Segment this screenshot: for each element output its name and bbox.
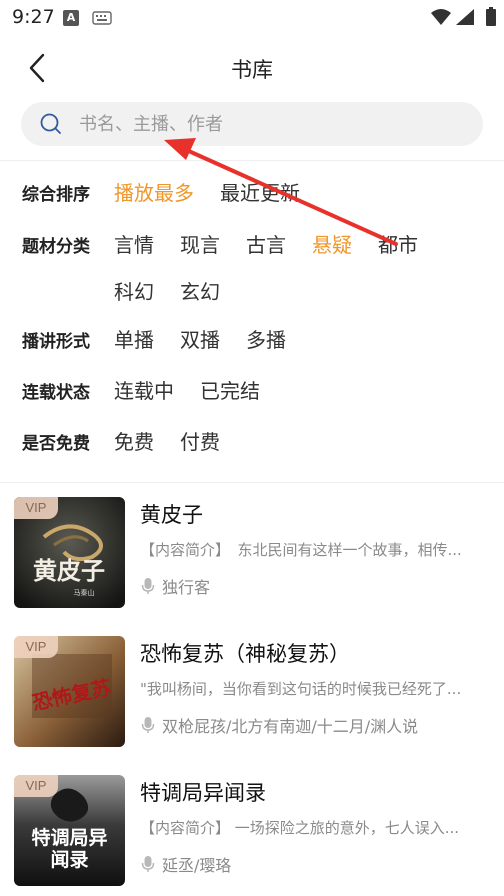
book-title: 黄皮子 bbox=[140, 503, 203, 527]
book-author: 双枪屁孩/北方有南迦/十二月/渊人说 bbox=[162, 717, 419, 736]
status-time: 9:27 bbox=[12, 6, 55, 28]
nav-bar: 书库 bbox=[0, 40, 504, 96]
book-author: 延丞/璎珞 bbox=[162, 856, 232, 875]
cover-title-text: 黄皮子 bbox=[33, 556, 105, 585]
filter-label: 是否免费 bbox=[22, 434, 90, 454]
filter-options: 言情 现言 古言 悬疑 都市 科幻 玄幻 bbox=[114, 229, 494, 323]
book-item[interactable]: 恐怖复苏 VIP 恐怖复苏（神秘复苏） "我叫杨间，当你看到这句话的时候我已经死… bbox=[14, 636, 494, 748]
filter-row-narration: 播讲形式 单播 双播 多播 bbox=[22, 324, 494, 371]
search-icon bbox=[40, 113, 61, 134]
filter-option-ongoing[interactable]: 连载中 bbox=[114, 375, 174, 404]
filter-option-multi[interactable]: 多播 bbox=[246, 324, 286, 353]
book-author-row: 延丞/璎珞 bbox=[140, 852, 231, 876]
filter-option-ancient-romance[interactable]: 古言 bbox=[246, 229, 286, 258]
book-desc: "我叫杨间，当你看到这句话的时候我已经死了... bbox=[140, 680, 462, 698]
microphone-icon bbox=[141, 578, 155, 594]
filter-row-genre: 题材分类 言情 现言 古言 悬疑 都市 科幻 玄幻 bbox=[22, 229, 494, 323]
filter-label: 题材分类 bbox=[22, 237, 90, 257]
book-author: 独行客 bbox=[162, 578, 211, 597]
filter-option-dual[interactable]: 双播 bbox=[180, 324, 220, 353]
vip-badge: VIP bbox=[14, 775, 58, 797]
filter-option-single[interactable]: 单播 bbox=[114, 324, 154, 353]
vip-badge: VIP bbox=[14, 636, 58, 658]
microphone-icon bbox=[141, 717, 155, 733]
microphone-icon bbox=[141, 856, 155, 872]
filter-label: 连载状态 bbox=[22, 383, 90, 403]
filter-option-scifi[interactable]: 科幻 bbox=[114, 276, 154, 305]
status-bar: 9:27 A bbox=[0, 0, 504, 34]
book-cover: 恐怖复苏 VIP bbox=[14, 636, 125, 747]
filter-option-romance[interactable]: 言情 bbox=[114, 229, 154, 258]
book-title: 特调局异闻录 bbox=[140, 781, 266, 805]
filter-option-suspense[interactable]: 悬疑 bbox=[312, 229, 352, 258]
filter-option-most-played[interactable]: 播放最多 bbox=[114, 177, 194, 206]
book-desc: 【内容简介】 东北民间有这样一个故事，相传... bbox=[140, 541, 462, 559]
filter-label: 综合排序 bbox=[22, 185, 90, 205]
battery-icon bbox=[486, 7, 496, 26]
app-notification-icon: A bbox=[63, 10, 79, 26]
book-author-row: 双枪屁孩/北方有南迦/十二月/渊人说 bbox=[140, 713, 418, 737]
book-title: 恐怖复苏（神秘复苏） bbox=[140, 642, 350, 666]
book-item[interactable]: 黄皮子 马秦山 VIP 黄皮子 【内容简介】 东北民间有这样一个故事，相传...… bbox=[14, 497, 494, 609]
signal-icon bbox=[456, 9, 474, 25]
book-desc: 【内容简介】 一场探险之旅的意外，七人误入... bbox=[140, 819, 460, 837]
filter-option-free[interactable]: 免费 bbox=[114, 426, 154, 455]
vip-badge: VIP bbox=[14, 497, 58, 519]
cover-sub-text: 马秦山 bbox=[74, 588, 95, 597]
book-item[interactable]: 特调局异闻录 VIP 特调局异闻录 【内容简介】 一场探险之旅的意外，七人误入.… bbox=[14, 775, 494, 887]
filter-option-recently-updated[interactable]: 最近更新 bbox=[220, 177, 300, 206]
cover-title-text: 特调局异闻录 bbox=[31, 827, 108, 871]
filter-options: 单播 双播 多播 bbox=[114, 324, 494, 371]
filter-label: 播讲形式 bbox=[22, 332, 90, 352]
filter-option-paid[interactable]: 付费 bbox=[180, 426, 220, 455]
filter-option-urban[interactable]: 都市 bbox=[378, 229, 418, 258]
search-input[interactable] bbox=[79, 113, 439, 135]
wifi-icon bbox=[431, 9, 451, 25]
filter-option-completed[interactable]: 已完结 bbox=[200, 375, 260, 404]
divider bbox=[0, 160, 504, 161]
book-cover: 特调局异闻录 VIP bbox=[14, 775, 125, 886]
search-box[interactable] bbox=[21, 102, 483, 146]
filter-row-free: 是否免费 免费 付费 bbox=[22, 426, 494, 473]
filter-row-status: 连载状态 连载中 已完结 bbox=[22, 375, 494, 422]
filter-option-fantasy[interactable]: 玄幻 bbox=[180, 276, 220, 305]
book-cover: 黄皮子 马秦山 VIP bbox=[14, 497, 125, 608]
filter-options: 免费 付费 bbox=[114, 426, 494, 473]
keyboard-icon bbox=[92, 11, 112, 25]
filter-options: 播放最多 最近更新 bbox=[114, 177, 494, 224]
filter-options: 连载中 已完结 bbox=[114, 375, 494, 422]
book-author-row: 独行客 bbox=[140, 574, 210, 598]
page-title: 书库 bbox=[231, 58, 273, 82]
filter-option-modern-romance[interactable]: 现言 bbox=[180, 229, 220, 258]
divider bbox=[0, 482, 504, 483]
filter-row-sort: 综合排序 播放最多 最近更新 bbox=[22, 177, 494, 224]
